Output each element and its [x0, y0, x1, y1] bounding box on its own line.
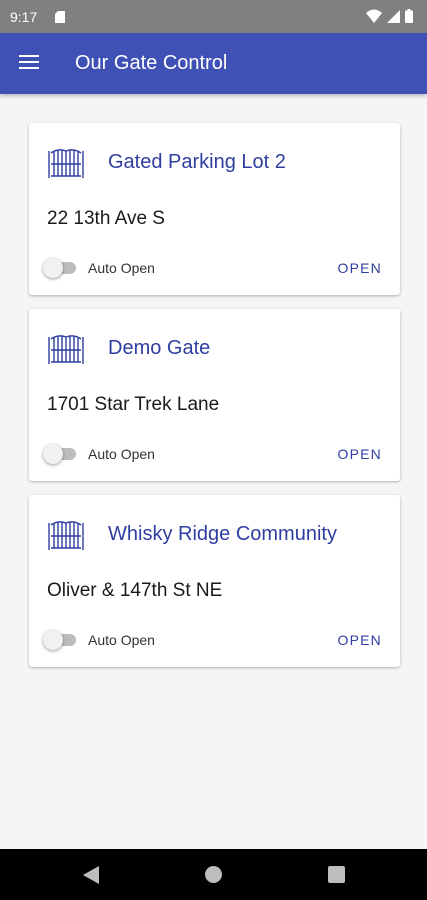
auto-open-toggle[interactable]	[43, 257, 79, 278]
wifi-icon	[366, 9, 382, 23]
open-gate-button[interactable]: OPEN	[338, 260, 382, 276]
gate-address: Oliver & 147th St NE	[47, 580, 223, 601]
gate-address: 1701 Star Trek Lane	[47, 394, 220, 415]
gate-name: Whisky Ridge Community	[108, 523, 337, 545]
gate-card: Whisky Ridge Community Oliver & 147th St…	[29, 495, 400, 667]
system-nav-bar	[0, 849, 427, 900]
open-gate-button[interactable]: OPEN	[338, 632, 382, 648]
gate-name: Demo Gate	[108, 337, 211, 359]
gate-icon	[48, 335, 84, 364]
gate-icon	[48, 521, 84, 550]
menu-icon[interactable]	[19, 55, 39, 71]
home-icon[interactable]	[205, 866, 222, 883]
app-bar: Our Gate Control	[0, 33, 427, 94]
status-bar: 9:17	[0, 0, 427, 33]
signal-icon	[387, 9, 400, 23]
auto-open-label: Auto Open	[88, 260, 155, 276]
sd-card-icon	[55, 11, 65, 23]
gate-address: 22 13th Ave S	[47, 208, 165, 229]
app-title: Our Gate Control	[75, 52, 228, 74]
gate-icon	[48, 149, 84, 178]
open-gate-button[interactable]: OPEN	[338, 446, 382, 462]
auto-open-toggle[interactable]	[43, 629, 79, 650]
status-time: 9:17	[10, 9, 38, 25]
gate-name: Gated Parking Lot 2	[108, 151, 286, 173]
recents-icon[interactable]	[328, 866, 345, 883]
gate-card: Gated Parking Lot 2 22 13th Ave S Auto O…	[29, 123, 400, 295]
auto-open-toggle[interactable]	[43, 443, 79, 464]
battery-icon	[405, 9, 413, 23]
auto-open-label: Auto Open	[88, 446, 155, 462]
back-icon[interactable]	[82, 865, 100, 885]
gate-list: Gated Parking Lot 2 22 13th Ave S Auto O…	[29, 123, 400, 681]
auto-open-label: Auto Open	[88, 632, 155, 648]
gate-card: Demo Gate 1701 Star Trek Lane Auto Open …	[29, 309, 400, 481]
